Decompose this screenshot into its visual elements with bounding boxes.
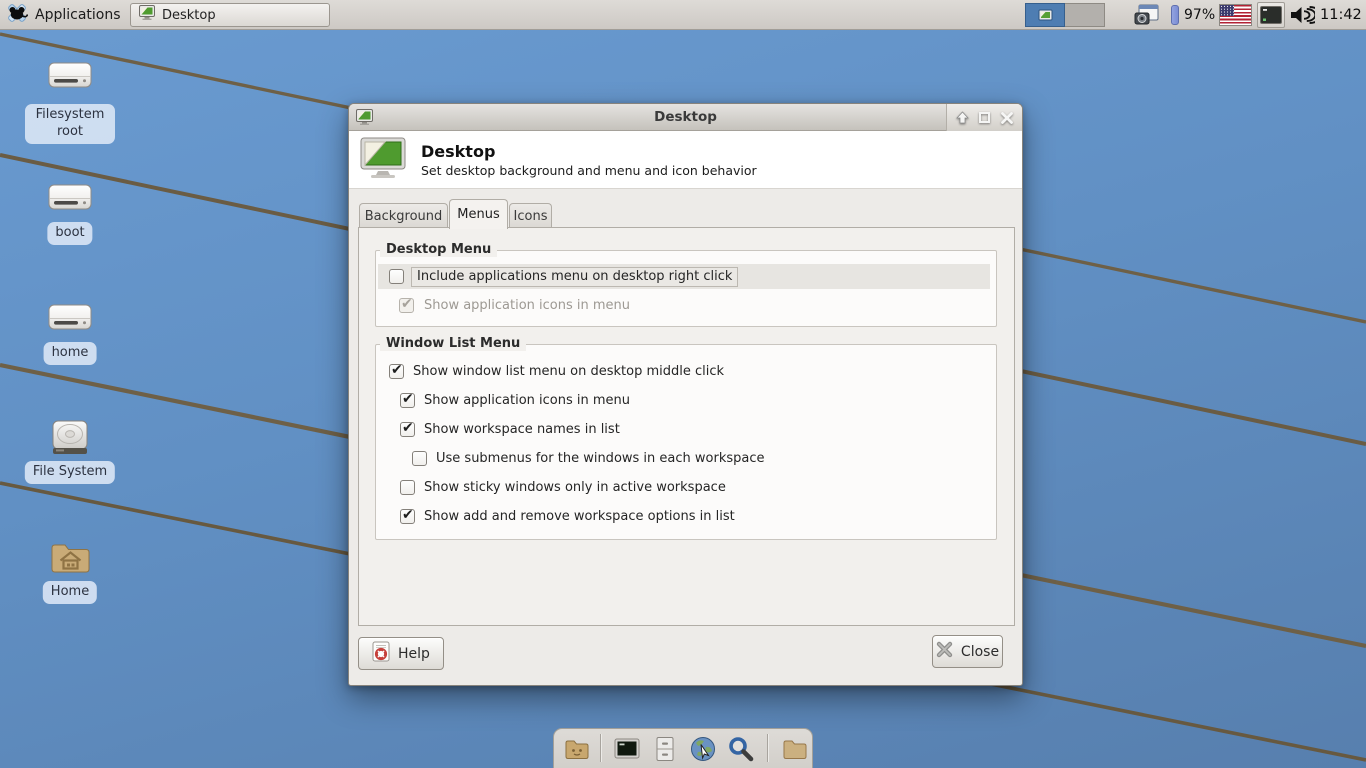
checkbox-row[interactable]: Show add and remove workspace options in…: [400, 505, 735, 528]
desktop-icon-home-partition[interactable]: [46, 300, 94, 340]
header-text: Desktop Set desktop background and menu …: [421, 141, 757, 178]
battery-indicator-bar[interactable]: [1171, 5, 1179, 25]
desktop-settings-window: Desktop Desktop Set desktop background a…: [348, 103, 1023, 686]
applications-menu-button[interactable]: Applications: [0, 0, 131, 30]
desktop-icon-label[interactable]: home: [43, 342, 97, 365]
applications-menu-label: Applications: [35, 6, 121, 23]
checkbox-label[interactable]: Include applications menu on desktop rig…: [411, 266, 739, 287]
desktop-icon-label[interactable]: Filesystem root: [25, 104, 115, 144]
checkbox-row[interactable]: Show sticky windows only in active works…: [400, 476, 726, 499]
window-monitor-icon: [139, 5, 155, 25]
panel-clock[interactable]: 11:42: [1320, 0, 1362, 30]
terminal-tray-icon[interactable]: [1257, 2, 1285, 28]
checkbox-checked[interactable]: [389, 362, 404, 379]
titlebar[interactable]: Desktop: [349, 104, 1022, 131]
top-panel: Applications Desktop 97% 11:42: [0, 0, 1366, 30]
desktop-settings-icon: [359, 136, 407, 184]
folder-launcher-icon[interactable]: [781, 735, 809, 763]
maximize-window-button[interactable]: [977, 110, 992, 125]
desktop-icon-file-system[interactable]: [46, 418, 94, 462]
tab-icons[interactable]: Icons: [509, 203, 552, 228]
checkbox-row[interactable]: Include applications menu on desktop rig…: [389, 265, 739, 288]
desktop-icon-label[interactable]: File System: [24, 461, 116, 484]
file-manager-icon[interactable]: [563, 735, 591, 763]
group-legend: Desktop Menu: [380, 242, 498, 257]
checkbox-checked[interactable]: [400, 391, 415, 408]
terminal-launcher-icon[interactable]: [613, 735, 641, 763]
close-window-button[interactable]: [1000, 110, 1015, 125]
workspace-2[interactable]: [1065, 3, 1105, 27]
desktop-screen: Applications Desktop 97% 11:42 Filesyste…: [0, 0, 1366, 768]
tab-page-menus: Desktop Menu Include applications menu o…: [358, 227, 1015, 626]
desktop-icon-home-folder[interactable]: [46, 536, 94, 582]
checkbox-checked[interactable]: [400, 420, 415, 437]
checkbox-unchecked[interactable]: [412, 451, 427, 466]
keyboard-layout-flag-us[interactable]: [1219, 4, 1252, 26]
checkbox-row[interactable]: Show workspace names in list: [400, 418, 620, 441]
workspace-pager: [1025, 3, 1105, 27]
close-button[interactable]: Close: [932, 635, 1003, 668]
checkbox-row[interactable]: Show window list menu on desktop middle …: [389, 360, 724, 383]
group-window-list-menu: Window List Menu Show window list menu o…: [375, 336, 997, 540]
help-button-label: Help: [398, 645, 430, 662]
tab-menus[interactable]: Menus: [449, 199, 508, 229]
checkbox-label[interactable]: Show window list menu on desktop middle …: [413, 364, 724, 379]
titlebar-buttons: [946, 104, 1022, 131]
file-cabinet-icon[interactable]: [651, 735, 679, 763]
checkbox-unchecked[interactable]: [400, 480, 415, 495]
tab-background[interactable]: Background: [359, 203, 448, 228]
checkbox-label[interactable]: Show add and remove workspace options in…: [424, 509, 735, 524]
desktop-icon-label[interactable]: Home: [42, 581, 98, 604]
header-title: Desktop: [421, 142, 496, 162]
group-legend: Window List Menu: [380, 336, 527, 351]
checkbox-label: Show application icons in menu: [424, 298, 631, 313]
xfce-mouse-icon: [6, 2, 29, 28]
help-button[interactable]: Help: [358, 637, 444, 670]
shade-window-button[interactable]: [955, 110, 970, 125]
flag-canton: [1220, 5, 1234, 16]
checkbox-label[interactable]: Show sticky windows only in active works…: [424, 480, 726, 495]
search-icon[interactable]: [727, 735, 755, 763]
help-icon: [372, 641, 390, 666]
header-subtitle: Set desktop background and menu and icon…: [421, 162, 757, 178]
battery-percent: 97%: [1184, 7, 1216, 23]
taskbar-window-label: Desktop: [162, 7, 216, 23]
web-browser-icon[interactable]: [689, 735, 717, 763]
dock-separator: [767, 734, 768, 762]
desktop-icon-filesystem-root[interactable]: [46, 58, 94, 98]
checkbox-row[interactable]: Use submenus for the windows in each wor…: [412, 447, 765, 470]
taskbar-window-button[interactable]: Desktop: [130, 3, 330, 27]
checkbox-label[interactable]: Show application icons in menu: [424, 393, 630, 408]
close-button-label: Close: [960, 643, 1000, 660]
dock-separator: [600, 734, 601, 762]
workspace-1-active[interactable]: [1025, 3, 1065, 27]
volume-speaker-icon[interactable]: [1289, 0, 1315, 30]
checkbox-label[interactable]: Show workspace names in list: [424, 422, 620, 437]
checkbox-unchecked[interactable]: [389, 269, 404, 284]
checkbox-row[interactable]: Show application icons in menu: [400, 389, 630, 412]
desktop-icon-label[interactable]: boot: [47, 222, 93, 245]
window-title: Desktop: [654, 109, 717, 125]
checkbox-label[interactable]: Use submenus for the windows in each wor…: [436, 451, 765, 466]
close-x-icon: [936, 641, 953, 662]
desktop-icon-boot[interactable]: [46, 180, 94, 220]
group-desktop-menu: Desktop Menu Include applications menu o…: [375, 242, 997, 327]
checkbox-row[interactable]: Show application icons in menu: [399, 294, 630, 317]
bottom-dock: [553, 728, 813, 768]
screenshot-tool-tray-icon[interactable]: [1134, 0, 1159, 30]
checkbox-checked-disabled: [399, 296, 414, 313]
dialog-header: Desktop Set desktop background and menu …: [349, 131, 1022, 189]
checkbox-checked[interactable]: [400, 507, 415, 524]
